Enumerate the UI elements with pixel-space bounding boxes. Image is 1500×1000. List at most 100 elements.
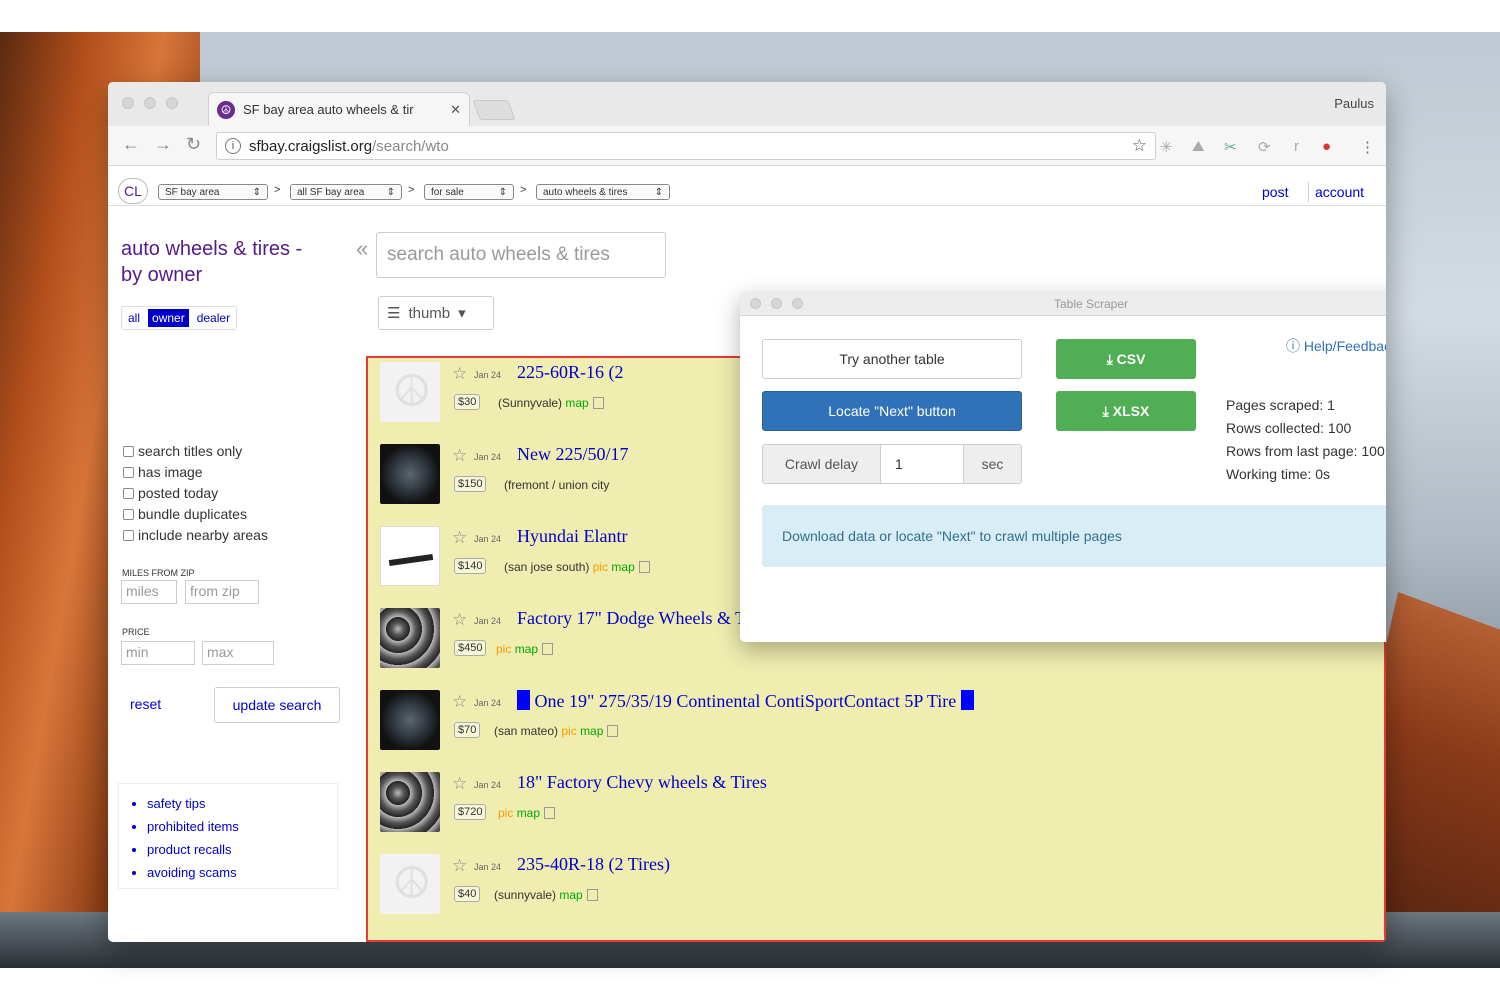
listing-title[interactable]: One 19" 275/35/19 Continental ContiSport… (517, 690, 974, 712)
include-nearby-checkbox[interactable]: include nearby areas (123, 527, 268, 543)
checkbox-box[interactable] (123, 508, 134, 520)
map-link[interactable]: map (580, 724, 603, 738)
post-link[interactable]: post (1262, 184, 1288, 200)
hide-listing-icon[interactable] (542, 643, 554, 655)
crumb-region-select[interactable]: SF bay area ⇕ (158, 184, 268, 200)
crumb-category-select[interactable]: auto wheels & tires ⇕ (536, 184, 670, 200)
update-search-button[interactable]: update search (214, 687, 340, 723)
favorite-star-icon[interactable]: ☆ (452, 856, 467, 876)
listing-title-link[interactable]: Hyundai Elantr (517, 526, 627, 547)
result-row[interactable]: ☆ Jan 24 235-40R-18 (2 Tires) $40 (sunny… (380, 854, 1380, 924)
listing-title-link[interactable]: 225-60R-16 (2 (517, 362, 624, 383)
favorite-star-icon[interactable]: ☆ (452, 774, 467, 794)
bookmark-star-icon[interactable]: ☆ (1132, 136, 1147, 156)
result-row[interactable]: ☆ Jan 24 One 19" 275/35/19 Continental C… (380, 690, 1380, 760)
zip-input[interactable]: from zip (185, 580, 259, 604)
address-bar[interactable]: i sfbay.craigslist.org/search/wto ☆ (216, 132, 1156, 160)
checkbox-box[interactable] (123, 445, 134, 457)
more-menu-icon[interactable]: ⋮ (1360, 138, 1375, 156)
new-tab-button[interactable] (472, 100, 516, 120)
tab-all[interactable]: all (124, 309, 144, 327)
bundle-duplicates-checkbox[interactable]: bundle duplicates (123, 506, 247, 522)
extension-icon[interactable]: ⟳ (1258, 138, 1271, 156)
listing-thumbnail[interactable] (380, 772, 440, 832)
reload-icon[interactable]: ↻ (186, 134, 201, 155)
hide-listing-icon[interactable] (638, 561, 650, 573)
hide-listing-icon[interactable] (544, 807, 556, 819)
has-image-checkbox[interactable]: has image (123, 464, 203, 480)
map-link[interactable]: map (565, 396, 588, 410)
safety-tips-link[interactable]: safety tips (147, 792, 323, 815)
try-another-table-button[interactable]: Try another table (762, 339, 1022, 379)
tab-owner[interactable]: owner (148, 309, 189, 327)
map-link[interactable]: map (611, 560, 634, 574)
listing-thumbnail[interactable] (380, 608, 440, 668)
listing-title-link[interactable]: One 19" 275/35/19 Continental ContiSport… (535, 691, 957, 711)
close-window-button[interactable] (122, 97, 134, 109)
select-arrows-icon: ⇕ (252, 186, 261, 198)
download-xlsx-button[interactable]: ⤓ XLSX (1056, 391, 1196, 431)
prohibited-items-link[interactable]: prohibited items (147, 815, 323, 838)
favorite-star-icon[interactable]: ☆ (452, 610, 467, 630)
hide-listing-icon[interactable] (607, 725, 619, 737)
browser-tab[interactable]: ☮ SF bay area auto wheels & tir ✕ (208, 92, 470, 126)
result-row[interactable]: ☆ Jan 24 18" Factory Chevy wheels & Tire… (380, 772, 1380, 842)
posted-today-checkbox[interactable]: posted today (123, 485, 218, 501)
account-link[interactable]: account (1315, 184, 1364, 200)
download-csv-button[interactable]: ⤓ CSV (1056, 339, 1196, 379)
miles-input[interactable]: miles (121, 580, 177, 604)
extension-icon[interactable]: ✳ (1160, 138, 1173, 156)
back-arrow-icon[interactable]: ← (122, 134, 140, 155)
checkbox-box[interactable] (123, 487, 134, 499)
extension-icon[interactable]: r (1294, 138, 1299, 155)
favorite-star-icon[interactable]: ☆ (452, 528, 467, 548)
category-title[interactable]: auto wheels & tires - by owner (121, 236, 321, 288)
checkbox-box[interactable] (123, 529, 134, 541)
zoom-window-button[interactable] (166, 97, 178, 109)
favorite-star-icon[interactable]: ☆ (452, 692, 467, 712)
hide-listing-icon[interactable] (592, 397, 604, 409)
listing-thumbnail[interactable] (380, 362, 440, 422)
view-mode-select[interactable]: ☰ thumb ▾ (378, 296, 494, 330)
favorite-star-icon[interactable]: ☆ (452, 446, 467, 466)
tab-dealer[interactable]: dealer (193, 309, 234, 327)
checkbox-box[interactable] (123, 466, 134, 478)
crumb-subarea-select[interactable]: all SF bay area ⇕ (290, 184, 402, 200)
listing-title-link[interactable]: 18" Factory Chevy wheels & Tires (517, 772, 767, 793)
info-circle-icon: ⓘ (1286, 338, 1304, 354)
site-info-icon[interactable]: i (225, 138, 241, 154)
profile-name[interactable]: Paulus (1334, 96, 1374, 111)
reset-link[interactable]: reset (130, 696, 161, 712)
max-price-input[interactable]: max (202, 641, 274, 665)
collapse-sidebar-icon[interactable]: « (356, 236, 368, 262)
locate-next-button[interactable]: Locate "Next" button (762, 391, 1022, 431)
extension-icon[interactable]: ⛰ (1192, 138, 1205, 155)
minimize-window-button[interactable] (144, 97, 156, 109)
favorite-star-icon[interactable]: ☆ (452, 364, 467, 384)
listing-title-link[interactable]: 235-40R-18 (2 Tires) (517, 854, 670, 875)
listing-thumbnail[interactable] (380, 526, 440, 586)
listing-thumbnail[interactable] (380, 444, 440, 504)
extension-icon[interactable]: ✂ (1224, 138, 1237, 156)
crawl-delay-input[interactable]: 1 (881, 445, 963, 483)
avoiding-scams-link[interactable]: avoiding scams (147, 861, 323, 884)
map-link[interactable]: map (559, 888, 582, 902)
min-price-input[interactable]: min (121, 641, 195, 665)
search-titles-only-checkbox[interactable]: search titles only (123, 443, 242, 459)
hide-listing-icon[interactable] (586, 889, 598, 901)
help-feedback-link[interactable]: ⓘ Help/Feedback (1286, 336, 1386, 356)
product-recalls-link[interactable]: product recalls (147, 838, 323, 861)
crawl-delay-group: Crawl delay 1 sec (762, 444, 1022, 484)
map-link[interactable]: map (517, 806, 540, 820)
extension-icon[interactable]: ● (1322, 138, 1331, 155)
listing-thumbnail[interactable] (380, 690, 440, 750)
forward-arrow-icon[interactable]: → (154, 134, 172, 155)
close-tab-icon[interactable]: ✕ (450, 102, 461, 118)
craigslist-logo[interactable]: CL (118, 178, 148, 204)
listing-title-link[interactable]: New 225/50/17 (517, 444, 629, 465)
listing-thumbnail[interactable] (380, 854, 440, 914)
posting-date: Jan 24 (474, 780, 502, 790)
crumb-section-select[interactable]: for sale ⇕ (424, 184, 514, 200)
map-link[interactable]: map (515, 642, 538, 656)
search-input[interactable]: search auto wheels & tires (376, 232, 666, 278)
